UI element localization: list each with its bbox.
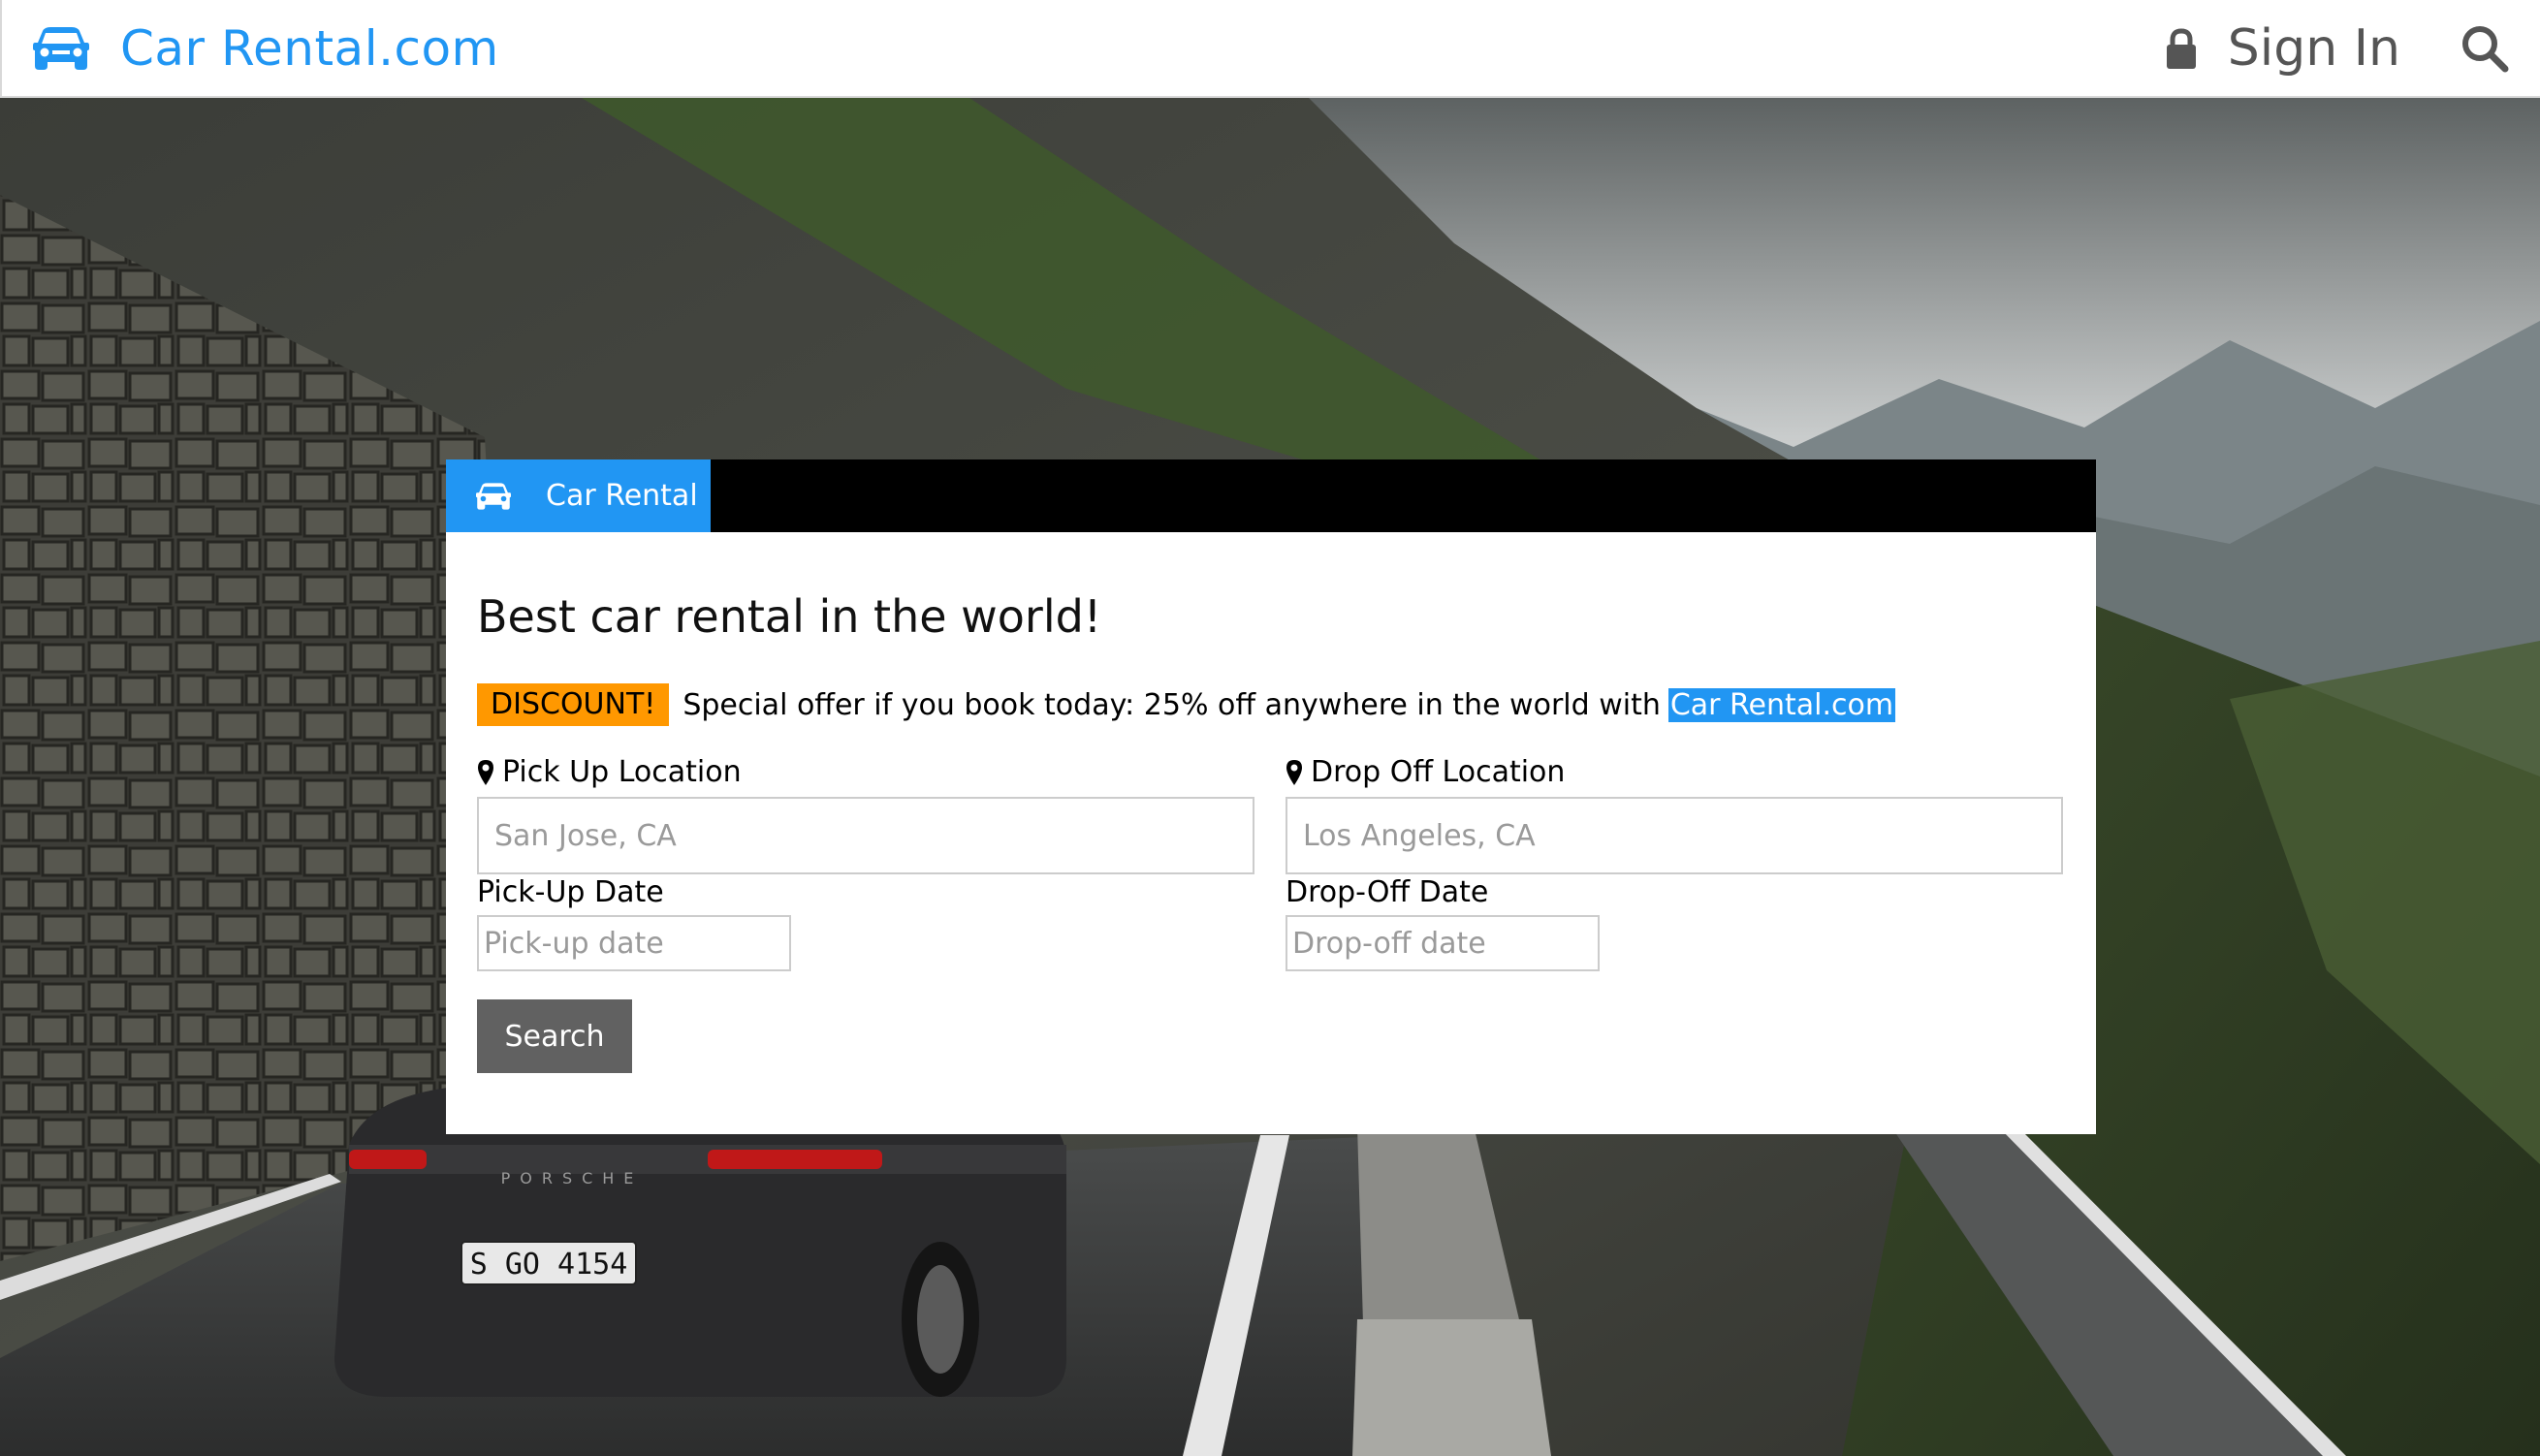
car-badge: PORSCHE <box>501 1169 644 1187</box>
top-navbar: Car Rental.com Sign In <box>0 0 2540 98</box>
dropoff-location-label: Drop Off Location <box>1286 755 1565 789</box>
search-icon[interactable] <box>2461 24 2509 73</box>
pickup-location-label-text: Pick Up Location <box>502 755 742 789</box>
promo-line: DISCOUNT! Special offer if you book toda… <box>477 683 1896 726</box>
brand-name: Car Rental.com <box>120 19 499 77</box>
dropoff-location-label-text: Drop Off Location <box>1311 755 1566 789</box>
brand-link[interactable]: Car Rental.com <box>33 20 499 77</box>
discount-badge: DISCOUNT! <box>477 683 670 726</box>
promo-highlight: Car Rental.com <box>1667 687 1896 722</box>
pickup-date-input[interactable] <box>477 915 791 971</box>
dropoff-date-label: Drop-Off Date <box>1286 875 1488 909</box>
pickup-date-label-text: Pick-Up Date <box>477 875 664 909</box>
car-icon <box>33 26 89 70</box>
map-marker-icon <box>478 759 493 785</box>
pickup-location-label: Pick Up Location <box>477 755 742 789</box>
map-marker-icon <box>1286 759 1302 785</box>
card-title: Best car rental in the world! <box>477 590 1102 643</box>
tab-label: Car Rental <box>546 479 698 513</box>
pickup-location-input[interactable] <box>477 797 1254 874</box>
dropoff-date-label-text: Drop-Off Date <box>1286 875 1489 909</box>
tab-car-rental[interactable]: Car Rental <box>446 459 711 532</box>
sign-in-label: Sign In <box>2227 18 2400 78</box>
search-button[interactable]: Search <box>477 999 632 1073</box>
booking-card: Best car rental in the world! DISCOUNT! … <box>446 532 2096 1134</box>
top-right-actions: Sign In <box>2166 0 2540 96</box>
booking-tabbar: Car Rental <box>446 459 2096 532</box>
dropoff-location-input[interactable] <box>1286 797 2063 874</box>
license-plate: S GO 4154 <box>470 1248 628 1282</box>
car-icon <box>476 482 511 510</box>
dropoff-date-input[interactable] <box>1286 915 1600 971</box>
lock-icon <box>2166 27 2196 69</box>
promo-text: Special offer if you book today: 25% off… <box>683 687 1661 722</box>
sign-in-button[interactable]: Sign In <box>2166 19 2400 78</box>
pickup-date-label: Pick-Up Date <box>477 875 664 909</box>
